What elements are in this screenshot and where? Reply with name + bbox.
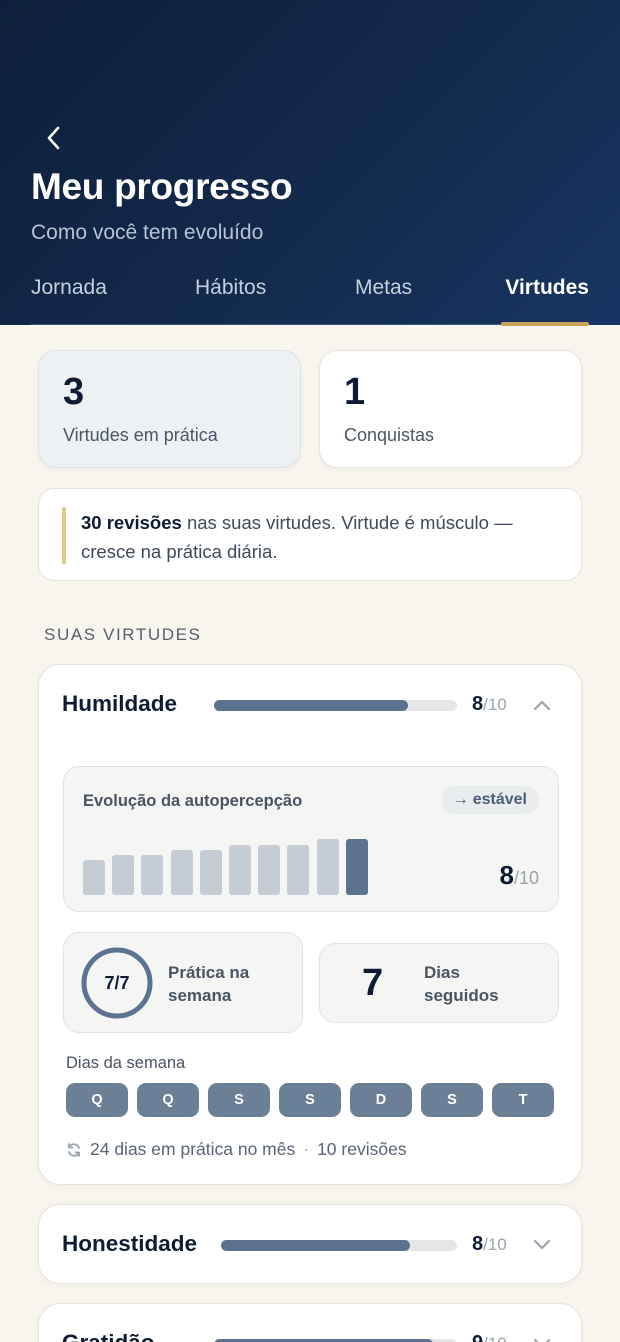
virtue-score: 9/10 (472, 1332, 507, 1342)
virtue-score-denominator: /10 (483, 695, 507, 714)
stat-card-virtues[interactable]: 3 Virtudes em prática (38, 350, 301, 468)
day-pill[interactable]: S (279, 1083, 341, 1117)
chevron-down-icon[interactable] (531, 1333, 553, 1342)
evolution-bar (316, 839, 339, 895)
tab-virtudes[interactable]: Virtudes (505, 276, 589, 300)
info-accent-bar (62, 507, 66, 564)
tab-jornada[interactable]: Jornada (31, 276, 107, 300)
virtue-progress-bar (221, 1240, 457, 1251)
arrow-right-icon: → (452, 791, 469, 808)
virtue-footer: 24 dias em prática no mês · 10 revisões (66, 1139, 407, 1160)
stat-value: 1 (344, 371, 366, 413)
practice-ring: 7/7 (80, 946, 154, 1020)
virtue-header-honestidade[interactable]: Honestidade 8/10 (39, 1205, 581, 1285)
virtue-progress-fill (221, 1240, 410, 1251)
virtue-score-value: 8 (472, 693, 484, 715)
month-practice-text: 24 dias em prática no mês (90, 1139, 296, 1159)
virtue-name: Gratidão (62, 1330, 155, 1342)
trend-label: estável (472, 791, 527, 808)
streak-label-line2: seguidos (424, 986, 499, 1005)
virtue-score-denominator: /10 (483, 1235, 507, 1254)
trend-badge: → estável (440, 786, 539, 814)
info-card: 30 revisões nas suas virtudes. Virtude é… (38, 488, 582, 581)
section-label: SUAS VIRTUDES (44, 625, 202, 644)
virtue-name: Honestidade (62, 1231, 198, 1256)
evolution-bar (199, 850, 222, 895)
virtue-progress-bar (214, 700, 457, 711)
streak-label-line1: Dias (424, 963, 460, 982)
evolution-bar (345, 839, 368, 895)
virtue-score: 8/10 (472, 693, 507, 716)
page-title: Meu progresso (31, 166, 293, 207)
virtue-header-gratidao[interactable]: Gratidão 9/10 (39, 1304, 581, 1342)
chevron-left-icon (47, 126, 60, 150)
stat-label: Virtudes em prática (63, 425, 218, 445)
virtue-card-gratidao[interactable]: Gratidão 9/10 (38, 1303, 582, 1342)
day-pill[interactable]: S (208, 1083, 270, 1117)
tab-habitos[interactable]: Hábitos (195, 276, 266, 300)
info-text: 30 revisões nas suas virtudes. Virtude é… (81, 508, 561, 566)
days-label: Dias da semana (66, 1054, 186, 1072)
virtue-score-value: 9 (472, 1332, 483, 1342)
streak-value: 7 (362, 962, 384, 1004)
day-pill[interactable]: Q (137, 1083, 199, 1117)
chevron-up-icon[interactable] (531, 694, 553, 716)
evolution-bar (141, 855, 164, 895)
virtue-score-denominator: /10 (483, 1334, 507, 1342)
day-pill[interactable]: T (492, 1083, 554, 1117)
info-text-bold: 30 revisões (81, 512, 182, 533)
evolution-bar (170, 850, 193, 895)
back-button[interactable] (40, 124, 68, 152)
evolution-bar (83, 860, 105, 895)
tab-metas[interactable]: Metas (355, 276, 412, 300)
evolution-score: 8/10 (500, 860, 540, 891)
refresh-icon (68, 1142, 80, 1157)
evolution-bar-chart (83, 835, 383, 895)
evolution-score-denominator: /10 (513, 868, 539, 888)
practice-ring-label: 7/7 (104, 972, 130, 993)
virtue-score-value: 8 (472, 1233, 484, 1255)
footer-separator: · (303, 1139, 310, 1159)
page-subtitle: Como você tem evoluído (31, 221, 264, 244)
virtue-header-humildade[interactable]: Humildade 8/10 (39, 665, 581, 745)
chevron-down-icon[interactable] (531, 1234, 553, 1256)
stat-card-achievements[interactable]: 1 Conquistas (319, 350, 582, 468)
streak-card: 7 Dias seguidos (319, 943, 559, 1023)
evolution-bar (112, 855, 135, 895)
evolution-bar (258, 844, 281, 895)
reviews-text: 10 revisões (317, 1139, 407, 1159)
day-pill[interactable]: Q (66, 1083, 128, 1117)
virtue-score: 8/10 (472, 1233, 507, 1256)
practice-label-line2: semana (168, 986, 232, 1005)
practice-label: Prática na semana (168, 961, 249, 1007)
weekly-practice-card: 7/7 Prática na semana (63, 932, 303, 1033)
tab-bar: Jornada Hábitos Metas Virtudes (31, 276, 589, 326)
virtue-name: Humildade (62, 691, 178, 716)
evolution-panel: Evolução da autopercepção → estável 8/10 (63, 766, 559, 912)
active-tab-indicator (501, 322, 589, 326)
day-pill[interactable]: D (350, 1083, 412, 1117)
stat-value: 3 (63, 371, 85, 413)
evolution-bar (229, 844, 251, 895)
evolution-score-value: 8 (499, 860, 514, 890)
evolution-bar (287, 844, 310, 895)
evolution-title: Evolução da autopercepção (83, 792, 303, 810)
streak-label: Dias seguidos (424, 961, 499, 1007)
day-pill[interactable]: S (421, 1083, 483, 1117)
virtue-progress-fill (214, 700, 409, 711)
virtue-card-humildade: Humildade 8/10 Evolução da autopercepção… (38, 664, 582, 1185)
practice-label-line1: Prática na (168, 963, 250, 982)
stat-label: Conquistas (344, 425, 435, 445)
header: Meu progresso Como você tem evoluído Jor… (0, 0, 620, 326)
virtue-card-honestidade[interactable]: Honestidade 8/10 (38, 1204, 582, 1284)
